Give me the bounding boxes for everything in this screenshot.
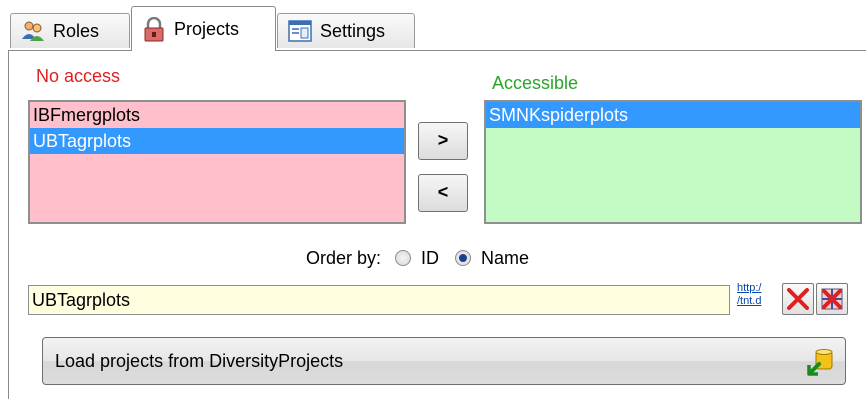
accessible-label: Accessible bbox=[492, 73, 579, 93]
tab-settings-label: Settings bbox=[320, 20, 386, 41]
load-projects-label: Load projects from DiversityProjects bbox=[55, 351, 344, 371]
order-by-group: Order by: ID Name bbox=[306, 247, 529, 269]
tab-roles-label: Roles bbox=[53, 20, 100, 41]
tab-projects-label: Projects bbox=[174, 18, 240, 39]
project-name-field[interactable]: UBTagrplots bbox=[28, 285, 730, 315]
list-item[interactable]: IBFmergplots bbox=[30, 102, 404, 128]
no-access-list[interactable]: IBFmergplots UBTagrplots bbox=[28, 100, 406, 224]
accessible-list[interactable]: SMNKspiderplots bbox=[484, 100, 862, 224]
project-uri-link[interactable]: http:/ /tnt.d bbox=[737, 282, 761, 308]
remove-button[interactable] bbox=[782, 283, 814, 315]
move-right-button[interactable]: > bbox=[418, 122, 468, 160]
settings-window-icon bbox=[288, 19, 312, 43]
list-item[interactable]: SMNKspiderplots bbox=[486, 102, 860, 128]
tab-settings[interactable]: Settings bbox=[277, 13, 415, 48]
users-icon bbox=[21, 19, 45, 43]
tab-roles[interactable]: Roles bbox=[10, 13, 130, 48]
lock-icon bbox=[142, 16, 166, 42]
list-item[interactable]: UBTagrplots bbox=[30, 128, 404, 154]
order-by-label: Order by: bbox=[306, 247, 382, 268]
database-import-icon bbox=[807, 347, 835, 376]
move-left-button[interactable]: < bbox=[418, 174, 468, 212]
order-by-name-radio[interactable] bbox=[455, 250, 472, 266]
red-x-icon bbox=[786, 287, 810, 316]
no-access-label: No access bbox=[36, 66, 121, 86]
remove-all-button[interactable] bbox=[816, 283, 848, 315]
tab-projects[interactable]: Projects bbox=[131, 6, 276, 51]
order-by-id-radio[interactable] bbox=[395, 250, 412, 266]
load-projects-button[interactable]: Load projects from DiversityProjects bbox=[42, 337, 846, 385]
order-by-name-label[interactable]: Name bbox=[481, 248, 529, 269]
order-by-id-label[interactable]: ID bbox=[421, 248, 439, 269]
red-x-cross-icon bbox=[820, 287, 844, 316]
